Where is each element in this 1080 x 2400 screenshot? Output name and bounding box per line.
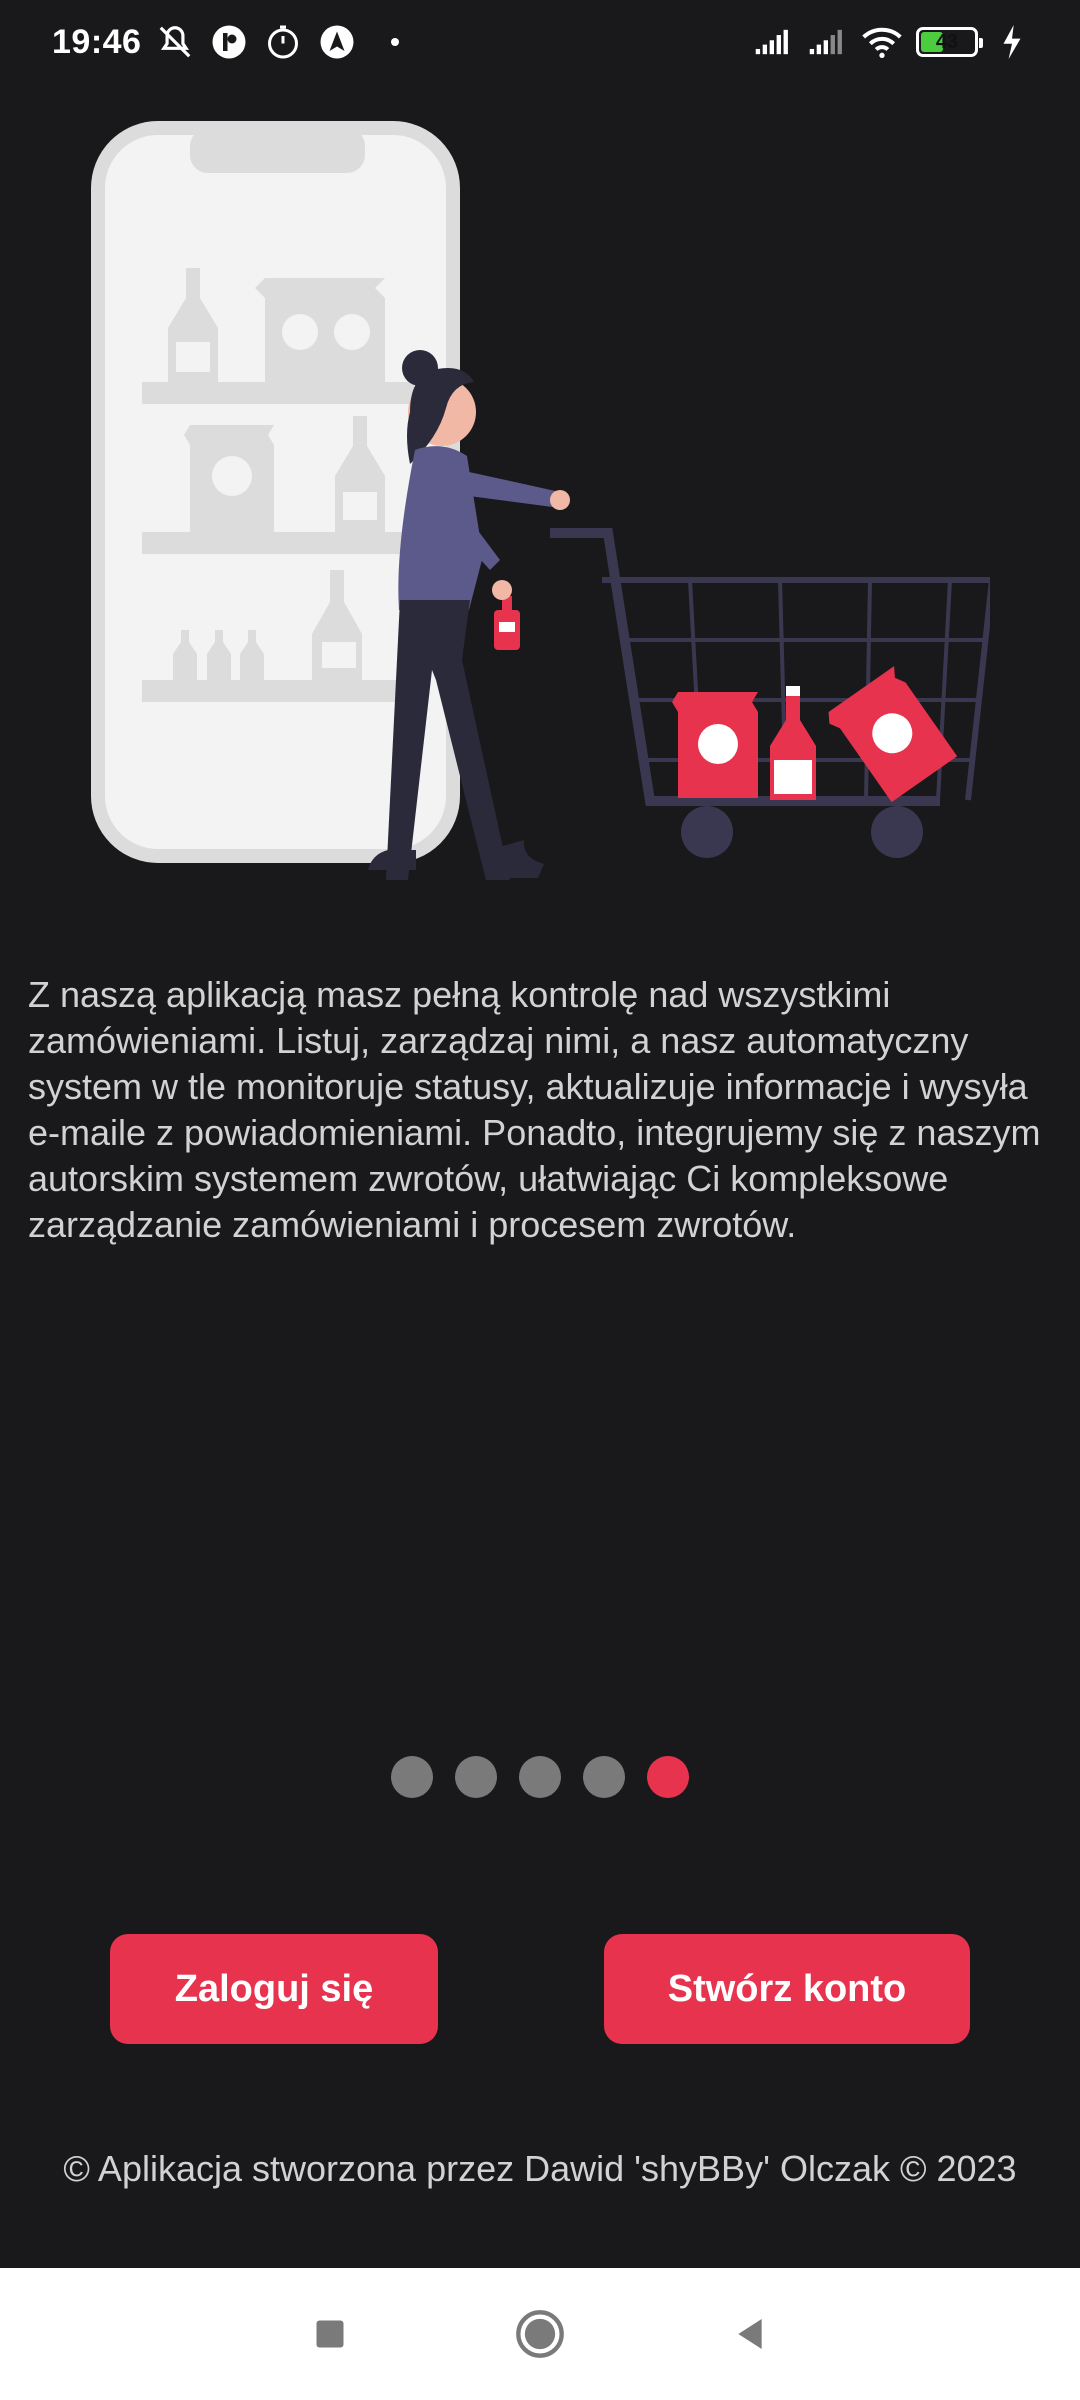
battery-icon: 43 bbox=[916, 27, 983, 57]
hand-bottle-label bbox=[499, 622, 515, 632]
status-right: 43 bbox=[754, 22, 1032, 62]
status-time: 19:46 bbox=[52, 22, 142, 61]
create-account-button[interactable]: Stwórz konto bbox=[604, 1934, 970, 2044]
page-dot-4[interactable] bbox=[583, 1756, 625, 1798]
status-left: 19:46 bbox=[52, 22, 400, 62]
wifi-icon bbox=[862, 22, 902, 62]
description-text: Z naszą aplikacją masz pełną kontrolę na… bbox=[28, 974, 1041, 1245]
shopping-cart-illustration bbox=[91, 121, 990, 880]
shelf bbox=[142, 532, 414, 554]
timer-icon bbox=[263, 22, 303, 62]
cart-wheel bbox=[681, 806, 733, 858]
signal-icon bbox=[754, 22, 794, 62]
shelf bbox=[142, 680, 414, 702]
snack-bag-dot bbox=[212, 456, 252, 496]
page-indicator bbox=[0, 1756, 1080, 1798]
page-dot-2[interactable] bbox=[455, 1756, 497, 1798]
mute-icon bbox=[155, 22, 195, 62]
hand bbox=[492, 580, 512, 600]
navigation-icon bbox=[317, 22, 357, 62]
footer-copyright: © Aplikacja stworzona przez Dawid 'shyBB… bbox=[63, 2148, 1017, 2189]
shelf bbox=[142, 382, 414, 404]
cart-bottle-label bbox=[774, 760, 812, 794]
cart-bottle-cap bbox=[786, 686, 800, 696]
signal-icon bbox=[808, 22, 848, 62]
cart-wheel bbox=[871, 806, 923, 858]
recents-icon[interactable] bbox=[295, 2299, 365, 2369]
login-button[interactable]: Zaloguj się bbox=[110, 1934, 438, 2044]
cart-snack-bag-dot bbox=[698, 724, 738, 764]
charging-icon bbox=[992, 22, 1032, 62]
bottle-label bbox=[176, 342, 210, 372]
page-dot-5[interactable] bbox=[647, 1756, 689, 1798]
snack-bag-dot bbox=[282, 314, 318, 350]
phone-notch bbox=[190, 128, 365, 173]
hand bbox=[550, 490, 570, 510]
page-dot-3[interactable] bbox=[519, 1756, 561, 1798]
back-icon[interactable] bbox=[715, 2299, 785, 2369]
notification-dot bbox=[391, 38, 400, 46]
bottle-label bbox=[343, 492, 377, 520]
battery-level: 43 bbox=[935, 30, 959, 53]
home-icon[interactable] bbox=[505, 2299, 575, 2369]
navigation-bar bbox=[0, 2268, 1080, 2400]
page-dot-1[interactable] bbox=[391, 1756, 433, 1798]
bottle-label bbox=[322, 642, 356, 668]
status-bar: 19:46 43 bbox=[0, 0, 1080, 84]
app-icon bbox=[209, 22, 249, 62]
shoe bbox=[496, 840, 544, 878]
snack-bag-dot bbox=[334, 314, 370, 350]
